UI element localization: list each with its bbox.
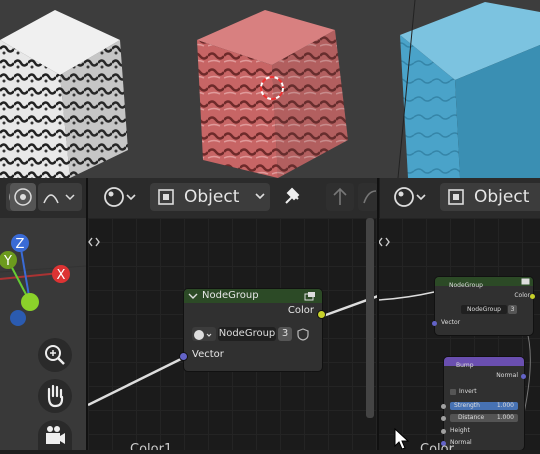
neg-y-axis-icon: [21, 293, 39, 311]
left-3d-view[interactable]: Z Y X: [0, 218, 88, 450]
camera-view-button[interactable]: [38, 420, 72, 450]
small-group-name-field[interactable]: NodeGroup: [461, 305, 507, 314]
small-user-count-badge[interactable]: 3: [508, 305, 517, 314]
zoom-icon: [45, 345, 65, 365]
pan-button[interactable]: [38, 379, 72, 413]
output-color-label: Color: [287, 305, 314, 316]
hand-icon: [47, 384, 64, 408]
distance-label: Distance: [458, 414, 485, 421]
node-group-icon: [304, 292, 315, 301]
height-socket[interactable]: [441, 429, 446, 434]
strength-label: Strength: [454, 402, 480, 409]
small-input-vector-socket[interactable]: [432, 321, 437, 326]
svg-text:Y: Y: [3, 254, 12, 269]
3d-viewport[interactable]: [0, 0, 540, 178]
shading-type-icon: [394, 187, 426, 207]
strength-socket[interactable]: [441, 404, 446, 409]
mouse-pointer-icon: [394, 428, 410, 450]
bump-node[interactable]: Bump Normal Invert Strength 1.000 Distan…: [441, 357, 526, 450]
svg-text:X: X: [57, 268, 66, 283]
distance-field[interactable]: Distance 1.000: [450, 414, 518, 422]
falloff-dropdown[interactable]: [38, 183, 82, 211]
node-tree-browse-button[interactable]: [192, 327, 216, 341]
shader-type-select-left[interactable]: Object: [150, 183, 270, 211]
pin-icon: [285, 187, 300, 204]
area-divider-left[interactable]: [86, 178, 88, 450]
object-icon: [158, 189, 174, 205]
shader-type-label-left: Object: [184, 187, 240, 207]
shader-type-select-right[interactable]: Object: [440, 183, 540, 211]
arrow-up-icon: [333, 187, 347, 205]
node-editor-left[interactable]: NodeGroup Color NodeGroup 3 Vector Color…: [88, 218, 378, 450]
distance-socket[interactable]: [441, 416, 446, 421]
output-color-socket[interactable]: [318, 311, 325, 318]
node-group-name-field[interactable]: NodeGroup: [218, 327, 276, 341]
shader-type-label-right: Object: [474, 187, 530, 207]
proportional-edit-button[interactable]: [10, 183, 36, 211]
pin-button[interactable]: [276, 183, 306, 211]
fake-user-shield-icon[interactable]: [295, 327, 311, 341]
chevron-down-icon: [255, 193, 265, 200]
invert-label: Invert: [459, 388, 477, 395]
bump-node-title: Bump: [456, 362, 474, 369]
shading-type-icon: [104, 187, 136, 207]
camera-icon: [46, 426, 65, 444]
editor-type-dropdown-left[interactable]: [100, 183, 142, 211]
editor-type-dropdown-right[interactable]: [390, 183, 432, 211]
height-label: Height: [450, 427, 470, 434]
bump-output-normal-socket[interactable]: [521, 374, 526, 379]
small-input-vector-label: Vector: [441, 319, 461, 326]
strength-slider[interactable]: Strength 1.000: [450, 402, 518, 410]
small-output-color-socket[interactable]: [530, 294, 535, 299]
node-group-small-title: NodeGroup: [449, 282, 483, 289]
node-group-main[interactable]: NodeGroup Color NodeGroup 3 Vector: [180, 289, 325, 371]
small-output-color-label: Color: [514, 292, 530, 299]
zoom-button[interactable]: [38, 338, 72, 372]
navigation-gizmo: Z Y X: [0, 234, 87, 326]
svg-text:Z: Z: [16, 237, 25, 252]
neg-z-axis-icon: [10, 310, 26, 326]
falloff-curve-icon: [43, 194, 75, 204]
user-count-badge[interactable]: 3: [278, 327, 292, 341]
node-group-small[interactable]: NodeGroup Color NodeGroup 3 Vector: [432, 277, 535, 335]
invert-checkbox[interactable]: [450, 389, 456, 395]
snapping-button[interactable]: [358, 183, 378, 211]
snap-icon: [363, 190, 377, 204]
input-vector-label: Vector: [192, 349, 224, 360]
bump-output-normal-label: Normal: [496, 372, 518, 379]
scene-render: [0, 0, 540, 178]
vertical-scrollbar[interactable]: [366, 218, 374, 418]
node-group-icon: [521, 278, 530, 285]
node-tree-icon: [194, 330, 212, 340]
node-group-main-title: NodeGroup: [202, 290, 259, 301]
input-vector-socket[interactable]: [180, 353, 187, 360]
strength-value: 1.000: [496, 402, 514, 409]
area-divider[interactable]: [377, 178, 379, 450]
frame-label-left: Color1: [130, 442, 173, 450]
proportional-edit-icon: [14, 188, 32, 206]
collapse-chevron-icon[interactable]: [188, 292, 198, 300]
parent-node-tree-button[interactable]: [326, 183, 354, 211]
bump-node-header[interactable]: Bump: [444, 357, 524, 369]
node-group-small-header[interactable]: NodeGroup: [435, 277, 533, 289]
frame-label-right: Color: [420, 442, 454, 450]
object-icon: [448, 189, 464, 205]
distance-value: 1.000: [496, 414, 514, 421]
node-editor-right[interactable]: NodeGroup Color NodeGroup 3 Vector Bump …: [378, 218, 540, 450]
node-group-main-header[interactable]: NodeGroup: [184, 289, 322, 303]
